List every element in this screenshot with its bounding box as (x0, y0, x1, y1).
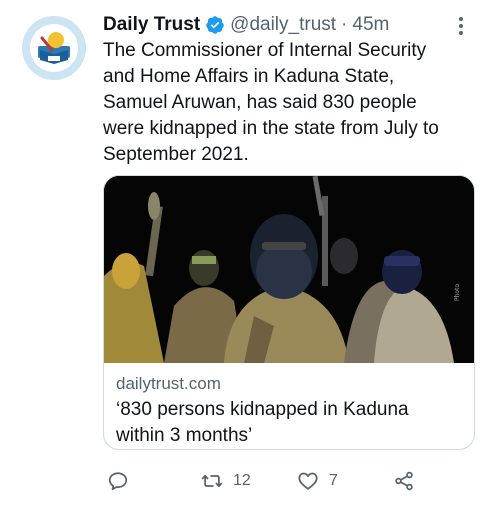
account-handle[interactable]: @daily_trust (230, 14, 336, 36)
tweet-text-line: were kidnapped in the state from July to (103, 118, 439, 139)
retweet-icon (201, 474, 223, 488)
share-icon (395, 471, 413, 491)
card-title-line: within 3 months’ (116, 425, 253, 446)
share-button[interactable] (393, 470, 415, 492)
verified-badge-icon (205, 15, 225, 35)
account-name[interactable]: Daily Trust (103, 14, 200, 36)
reply-button[interactable] (107, 470, 129, 492)
more-options-button[interactable] (452, 14, 470, 38)
like-count: 7 (329, 472, 338, 489)
daily-trust-logo-icon (22, 16, 86, 80)
tweet[interactable]: Daily Trust @daily_trust · 45m The Commi… (0, 0, 490, 509)
more-vertical-icon (459, 17, 463, 35)
tweet-text: The Commissioner of Internal Security an… (103, 38, 475, 168)
svg-text:Photo: Photo (454, 284, 461, 301)
tweet-text-line: September 2021. (103, 144, 249, 165)
tweet-text-line: The Commissioner of Internal Security (103, 40, 427, 61)
link-card[interactable]: Photo dailytrust.com ‘830 persons kidnap… (103, 175, 475, 450)
reply-icon (108, 472, 128, 491)
card-domain: dailytrust.com (116, 374, 221, 393)
photo-of-armed-men-icon: Photo (104, 176, 474, 363)
tweet-time[interactable]: 45m (352, 14, 389, 36)
avatar[interactable] (22, 16, 86, 80)
header-separator: · (341, 14, 348, 35)
tweet-actions: 12 7 (103, 468, 475, 498)
card-title: ‘830 persons kidnapped in Kaduna within … (116, 397, 464, 449)
card-title-line: ‘830 persons kidnapped in Kaduna (116, 399, 409, 420)
heart-icon (298, 472, 318, 490)
retweet-count: 12 (233, 472, 251, 489)
tweet-text-line: and Home Affairs in Kaduna State, (103, 66, 395, 87)
like-button[interactable]: 7 (297, 470, 338, 492)
retweet-button[interactable]: 12 (201, 470, 251, 492)
card-image[interactable]: Photo (104, 176, 474, 363)
tweet-text-line: Samuel Aruwan, has said 830 people (103, 92, 417, 113)
tweet-header: Daily Trust @daily_trust · 45m (103, 12, 463, 38)
